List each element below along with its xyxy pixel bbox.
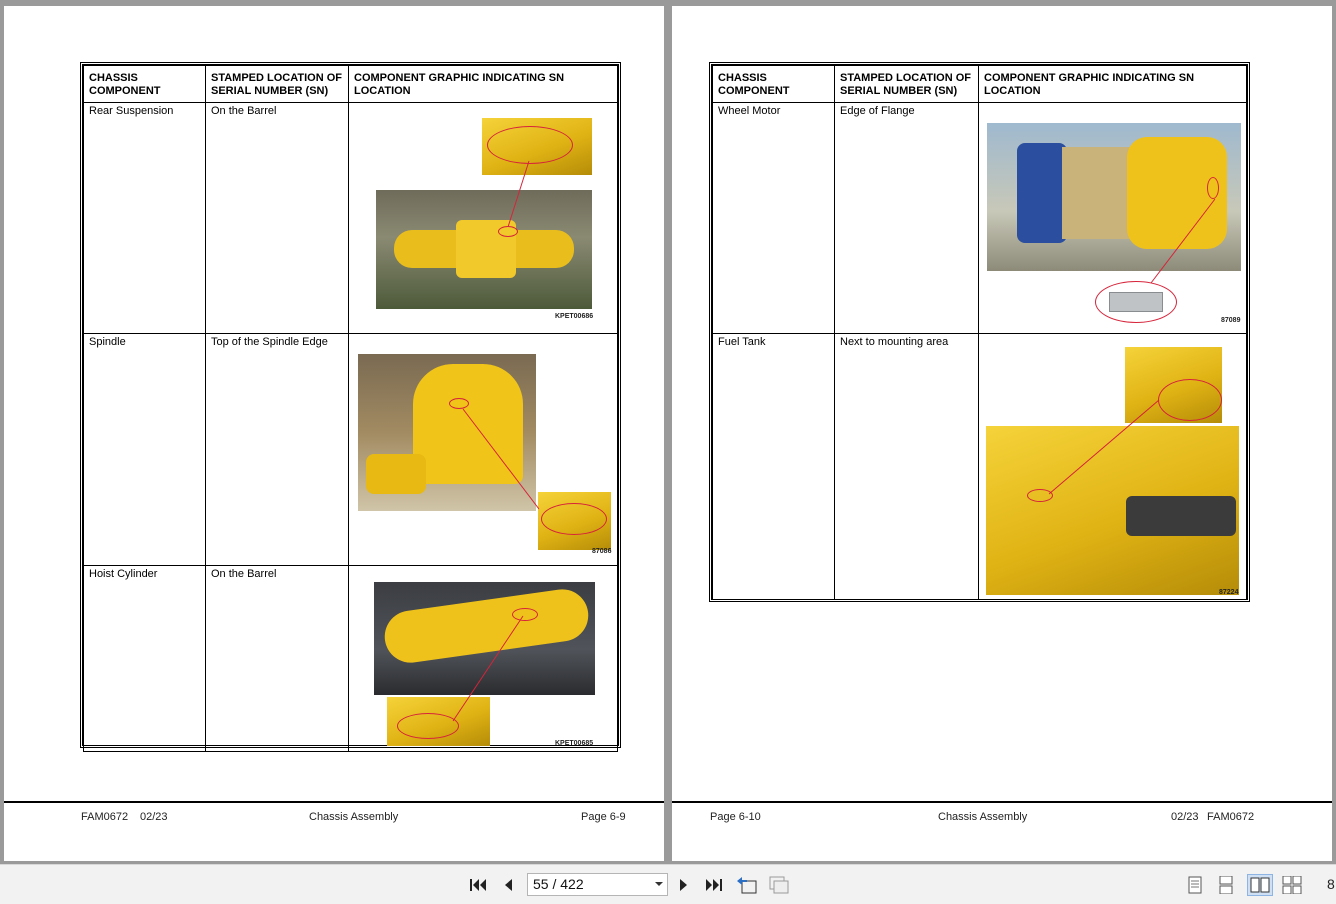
spindle-closeup-photo (538, 492, 611, 550)
document-page-right: CHASSIS COMPONENT STAMPED LOCATION OF SE… (672, 6, 1332, 861)
footer-rule (672, 801, 1332, 803)
sn-location-ellipse (487, 126, 573, 164)
location-cell: Edge of Flange (834, 102, 979, 334)
cylinder-shape (381, 585, 592, 667)
fuel-tank-photo (986, 426, 1239, 595)
page-number-input[interactable]: 55 / 422 (527, 873, 668, 896)
footer-page-number: Page 6-10 (710, 811, 761, 823)
spindle-photo (358, 354, 536, 511)
sn-location-ellipse (541, 503, 607, 535)
table-row: Wheel Motor Edge of Flange 87089 (712, 102, 1247, 334)
serial-number-table: CHASSIS COMPONENT STAMPED LOCATION OF SE… (80, 62, 621, 752)
serial-number-table: CHASSIS COMPONENT STAMPED LOCATION OF SE… (709, 62, 1250, 602)
hoist-cylinder-photo (374, 582, 595, 695)
page-indicator: 55 / 422 (533, 876, 584, 892)
single-page-view-icon[interactable] (1184, 874, 1206, 896)
footer-doc-number: FAM0672 (81, 811, 129, 823)
sn-location-ellipse (449, 398, 469, 409)
mounting-hardware-shape (1126, 496, 1236, 536)
sn-location-ellipse (1027, 489, 1053, 502)
table-row: Hoist Cylinder On the Barrel KPET00685 (83, 565, 618, 752)
hoist-cylinder-closeup-photo (387, 697, 490, 746)
column-header-graphic: COMPONENT GRAPHIC INDICATING SN LOCATION (978, 65, 1247, 103)
location-cell: Top of the Spindle Edge (205, 333, 349, 566)
figure-id: KPET00685 (555, 740, 594, 747)
footer-section: Chassis Assembly (938, 811, 1028, 823)
serial-plate-shape (1109, 292, 1163, 312)
motor-blue-shape (1017, 143, 1067, 243)
graphic-cell: KPET00686 (348, 102, 618, 334)
serial-plate-ellipse (1095, 281, 1177, 323)
graphic-cell: KPET00685 (348, 565, 618, 752)
footer-page-number: Page 6-9 (581, 811, 626, 823)
facing-view-icon[interactable] (1247, 874, 1273, 896)
chevron-down-icon[interactable] (655, 882, 663, 886)
location-cell: On the Barrel (205, 102, 349, 334)
viewer-toolbar: 55 / 422 8 (0, 864, 1336, 904)
footer-rule (4, 801, 664, 803)
footer-date: 02/23 (1171, 811, 1199, 823)
sn-location-ellipse (1207, 177, 1219, 199)
column-header-stamped-location: STAMPED LOCATION OF SERIAL NUMBER (SN) (205, 65, 349, 103)
column-header-component: CHASSIS COMPONENT (83, 65, 206, 103)
sn-location-ellipse (512, 608, 538, 621)
sn-location-ellipse (1158, 379, 1222, 421)
continuous-view-icon[interactable] (1215, 874, 1237, 896)
rear-suspension-closeup-photo (482, 118, 592, 175)
fuel-tank-closeup-photo (1125, 347, 1222, 423)
zoom-level-input[interactable]: 8 (1327, 876, 1335, 892)
graphic-cell: 87086 (348, 333, 618, 566)
wheel-motor-photo (987, 123, 1241, 271)
figure-id: 87089 (1221, 317, 1241, 324)
spindle-shape (413, 364, 523, 484)
component-cell: Fuel Tank (712, 333, 835, 600)
table-row: Fuel Tank Next to mounting area 87224 (712, 333, 1247, 600)
component-cell: Spindle (83, 333, 206, 566)
graphic-cell: 87224 (978, 333, 1247, 600)
next-page-icon[interactable] (673, 874, 695, 896)
component-cell: Hoist Cylinder (83, 565, 206, 752)
table-row: Spindle Top of the Spindle Edge 87086 (83, 333, 618, 566)
document-page-left: CHASSIS COMPONENT STAMPED LOCATION OF SE… (4, 6, 664, 861)
location-cell: Next to mounting area (834, 333, 979, 600)
location-cell: On the Barrel (205, 565, 349, 752)
footer-doc-number: FAM0672 (1207, 811, 1255, 823)
spindle-arm-shape (366, 454, 426, 494)
figure-id: 87224 (1219, 589, 1239, 596)
column-header-component: CHASSIS COMPONENT (712, 65, 835, 103)
footer-section: Chassis Assembly (309, 811, 399, 823)
sn-location-ellipse (498, 226, 518, 237)
rear-suspension-photo (376, 190, 592, 309)
sn-location-ellipse (397, 713, 459, 739)
figure-id: KPET00686 (555, 313, 594, 320)
component-cell: Wheel Motor (712, 102, 835, 334)
table-row: Rear Suspension On the Barrel KPET00686 (83, 102, 618, 334)
column-header-graphic: COMPONENT GRAPHIC INDICATING SN LOCATION (348, 65, 618, 103)
column-header-stamped-location: STAMPED LOCATION OF SERIAL NUMBER (SN) (834, 65, 979, 103)
footer-date: 02/23 (140, 811, 168, 823)
motor-body-shape (1062, 147, 1132, 239)
first-page-icon[interactable] (467, 874, 489, 896)
figure-id: 87086 (592, 548, 612, 555)
previous-page-icon[interactable] (497, 874, 519, 896)
previous-view-icon[interactable] (736, 874, 758, 896)
continuous-facing-view-icon[interactable] (1281, 874, 1303, 896)
graphic-cell: 87089 (978, 102, 1247, 334)
component-cell: Rear Suspension (83, 102, 206, 334)
last-page-icon[interactable] (703, 874, 725, 896)
next-view-icon[interactable] (768, 874, 790, 896)
